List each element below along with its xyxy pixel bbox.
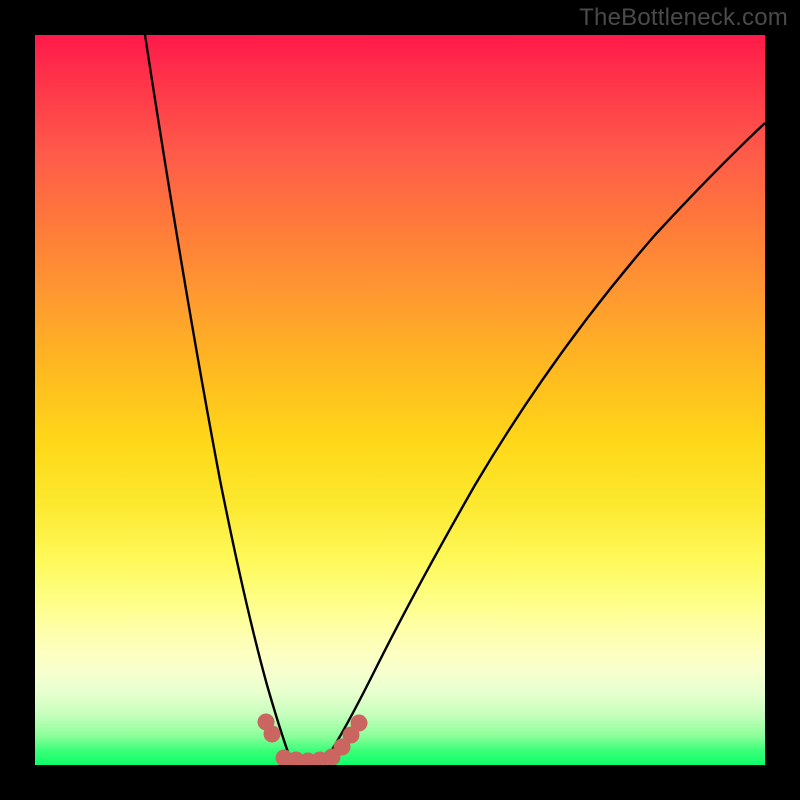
left-marker-2 (264, 726, 281, 743)
chart-frame: TheBottleneck.com (0, 0, 800, 800)
left-curve (145, 35, 289, 755)
curve-overlay (35, 35, 765, 765)
watermark-text: TheBottleneck.com (579, 4, 788, 32)
markers-group (258, 714, 368, 766)
right-marker-3 (351, 715, 368, 732)
right-curve (328, 123, 765, 756)
plot-area (35, 35, 765, 765)
